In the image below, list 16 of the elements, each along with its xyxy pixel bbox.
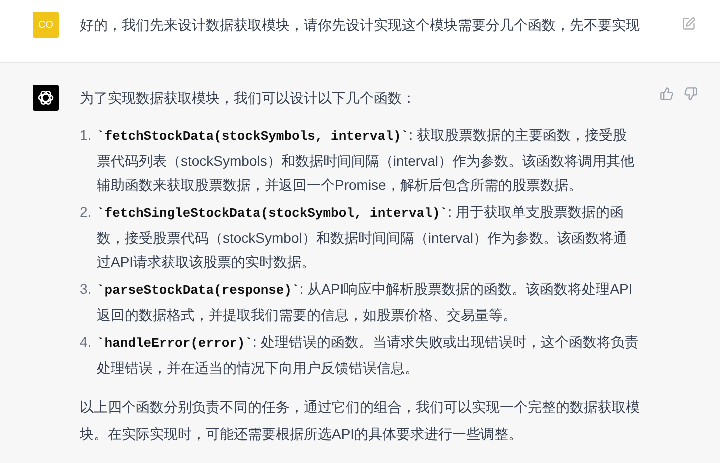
- thumbs-up-icon[interactable]: [660, 87, 674, 101]
- list-number: 2.: [80, 203, 93, 222]
- thumbs-down-icon[interactable]: [684, 87, 698, 101]
- user-avatar: CO: [33, 12, 59, 38]
- function-description: `fetchStockData(stockSymbols, interval)`: 获取股票数据的主要函数，接受股票代码列表（stockSymbols）和数据时间间隔（interval）作为参数。该函数将调用其他辅助函数来获取股票数据，并返回一个Promise，解析后包含所需的股票数据。: [97, 126, 636, 195]
- list-number: 4.: [80, 333, 93, 352]
- assistant-summary: 以上四个函数分别负责不同的任务，通过它们的组合，我们可以实现一个完整的数据获取模块。在实际实现时，可能还需要根据所选API的具体要求进行一些调整。: [80, 398, 640, 444]
- function-description: `fetchSingleStockData(stockSymbol, interval)`: 用于获取单支股票数据的函数，接受股票代码（stockSymbol）和数据时间间隔（interval）作为参数。该函数将通过API请求获取该股票的实时数据。: [97, 203, 628, 272]
- edit-icon[interactable]: [682, 17, 696, 31]
- function-description: `parseStockData(response)`: 从API响应中解析股票数据的函数。该函数将处理API返回的数据格式，并提取我们需要的信息，如股票价格、交易量等。: [97, 280, 634, 325]
- list-number: 1.: [80, 126, 93, 145]
- user-message: 好的，我们先来设计数据获取模块，请你先设计实现这个模块需要分几个函数，先不要实现: [80, 16, 641, 35]
- function-description: `handleError(error)`: 处理错误的函数。当请求失败或出现错误时，这个函数将负责处理错误，并在适当的情况下向用户反馈错误信息。: [97, 333, 640, 378]
- logo-icon: [33, 85, 59, 111]
- list-number: 3.: [80, 280, 93, 299]
- assistant-intro: 为了实现数据获取模块，我们可以设计以下几个函数：: [80, 89, 417, 108]
